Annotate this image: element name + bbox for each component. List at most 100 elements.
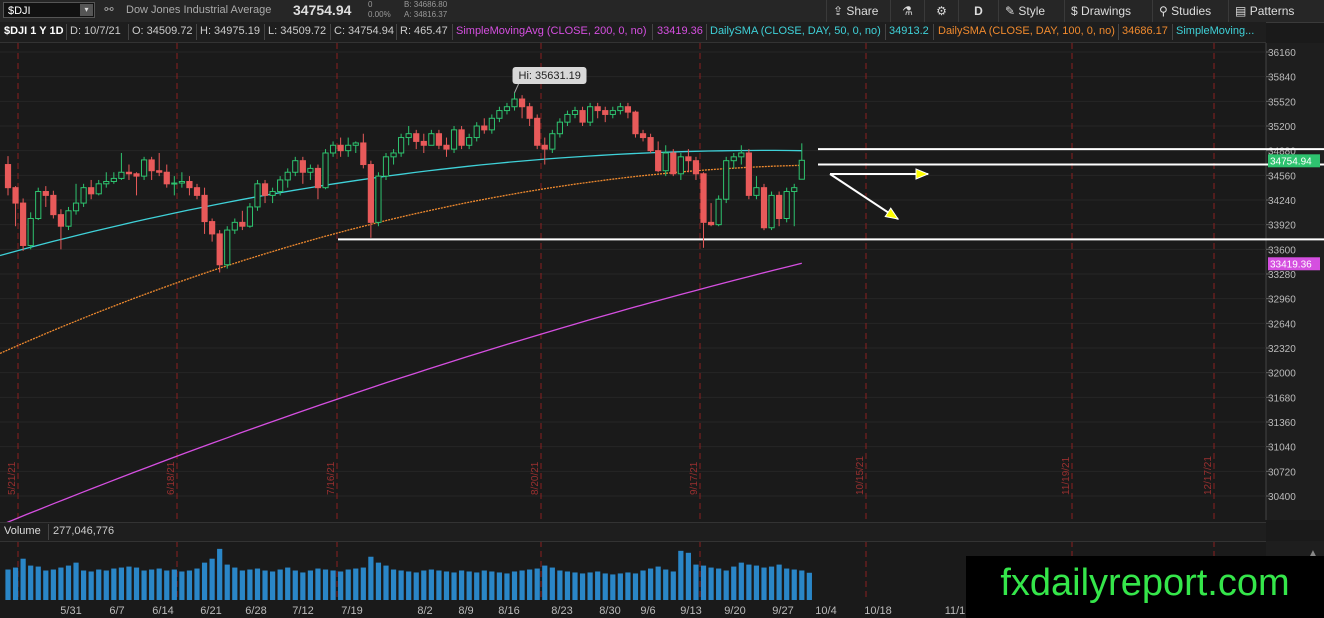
volume-bar (776, 564, 782, 600)
x-tick-label: 10/18 (864, 605, 892, 617)
candle-body (541, 144, 548, 150)
candle-body (186, 181, 193, 189)
volume-bar (511, 571, 518, 600)
candle-body (473, 125, 480, 139)
volume-bar (239, 570, 245, 600)
volume-bar (103, 570, 109, 600)
volume-bar (35, 566, 41, 600)
period-marker-label: 11/19/21 (1061, 456, 1072, 495)
volume-bar (753, 565, 760, 600)
candle-body (707, 221, 715, 226)
volume-header: Volume 277,046,776 (0, 522, 1266, 542)
volume-bar (632, 573, 639, 600)
candle-body (299, 160, 306, 173)
volume-bar (285, 567, 291, 600)
candle-body (95, 183, 102, 195)
candle-body (450, 129, 458, 150)
volume-bar (549, 567, 555, 600)
candle-body (760, 187, 768, 229)
x-tick-label: 9/6 (640, 605, 655, 617)
candle-body (375, 175, 382, 223)
candle-body (171, 182, 178, 185)
y-tick-label: 31360 (1268, 418, 1296, 429)
volume-bar (194, 568, 200, 600)
volume-bar (360, 567, 366, 600)
y-tick-label: 35200 (1268, 122, 1296, 133)
volume-bar (307, 570, 313, 600)
candle-body (587, 106, 594, 123)
candle-body (254, 183, 261, 208)
candle-body (50, 194, 57, 216)
candle-body (534, 117, 541, 146)
volume-bar (20, 558, 26, 600)
volume-bar (799, 570, 805, 600)
volume-bar (315, 568, 321, 600)
candle-body (4, 164, 12, 189)
volume-bar (443, 571, 450, 600)
candle-body (329, 144, 337, 154)
volume-bar (587, 572, 593, 600)
y-tick-label: 32320 (1268, 344, 1296, 355)
candle-body (239, 221, 246, 227)
y-tick-label: 34560 (1268, 171, 1296, 182)
volume-bar (678, 550, 684, 600)
candle-body (216, 233, 223, 266)
volume-bar (12, 567, 19, 600)
candle-body (413, 133, 420, 142)
candle-body (655, 150, 662, 172)
x-tick-label: 9/13 (680, 605, 701, 617)
volume-bar (791, 569, 797, 600)
candle-body (133, 173, 140, 177)
y-tick-label: 32960 (1268, 295, 1296, 306)
candle-body (481, 125, 488, 131)
volume-bar (368, 556, 374, 600)
volume-bar (625, 572, 631, 600)
volume-bar (655, 566, 661, 600)
volume-bar (564, 571, 571, 600)
candle-body (201, 194, 208, 223)
candle-body (314, 167, 322, 189)
volume-bar (65, 565, 72, 600)
candle-body (345, 144, 352, 152)
x-tick-label: 7/12 (292, 605, 313, 617)
volume-bar (617, 573, 623, 600)
y-tick-label: 31680 (1268, 393, 1296, 404)
volume-bar (232, 567, 238, 600)
candle-body (798, 159, 805, 180)
volume-bar (118, 567, 124, 600)
volume-bar (254, 568, 261, 600)
candle-body (791, 187, 798, 193)
period-marker-label: 8/20/21 (530, 461, 541, 495)
candle-body (677, 156, 684, 175)
x-tick-label: 8/23 (551, 605, 572, 617)
volume-bar (428, 569, 434, 600)
candle-body (65, 210, 72, 227)
volume-bar (716, 568, 722, 600)
candle-body (322, 152, 329, 189)
candle-body (246, 206, 254, 227)
y-tick-label: 31040 (1268, 443, 1296, 454)
volume-bar (50, 569, 56, 600)
volume-value: 277,046,776 (53, 525, 115, 537)
y-tick-label: 36160 (1268, 48, 1296, 59)
candle-body (163, 171, 170, 185)
volume-bar (390, 569, 397, 600)
y-tick-label: 30400 (1268, 492, 1296, 503)
candle-body (193, 187, 201, 196)
volume-bar (542, 565, 548, 600)
volume-bar (179, 571, 185, 600)
candle-body (579, 110, 586, 123)
candle-body (398, 137, 405, 154)
volume-bar (262, 570, 268, 600)
volume-bar (43, 570, 49, 600)
candle-body (307, 167, 314, 173)
candle-body (231, 221, 238, 231)
volume-bar (171, 569, 177, 600)
volume-bar (111, 568, 117, 600)
candle-body (118, 171, 125, 179)
volume-bar (149, 569, 155, 600)
period-marker-label: 6/18/21 (166, 461, 177, 495)
volume-bar (96, 569, 102, 600)
period-marker-label: 10/15/21 (855, 456, 866, 495)
candle-body (556, 121, 563, 135)
